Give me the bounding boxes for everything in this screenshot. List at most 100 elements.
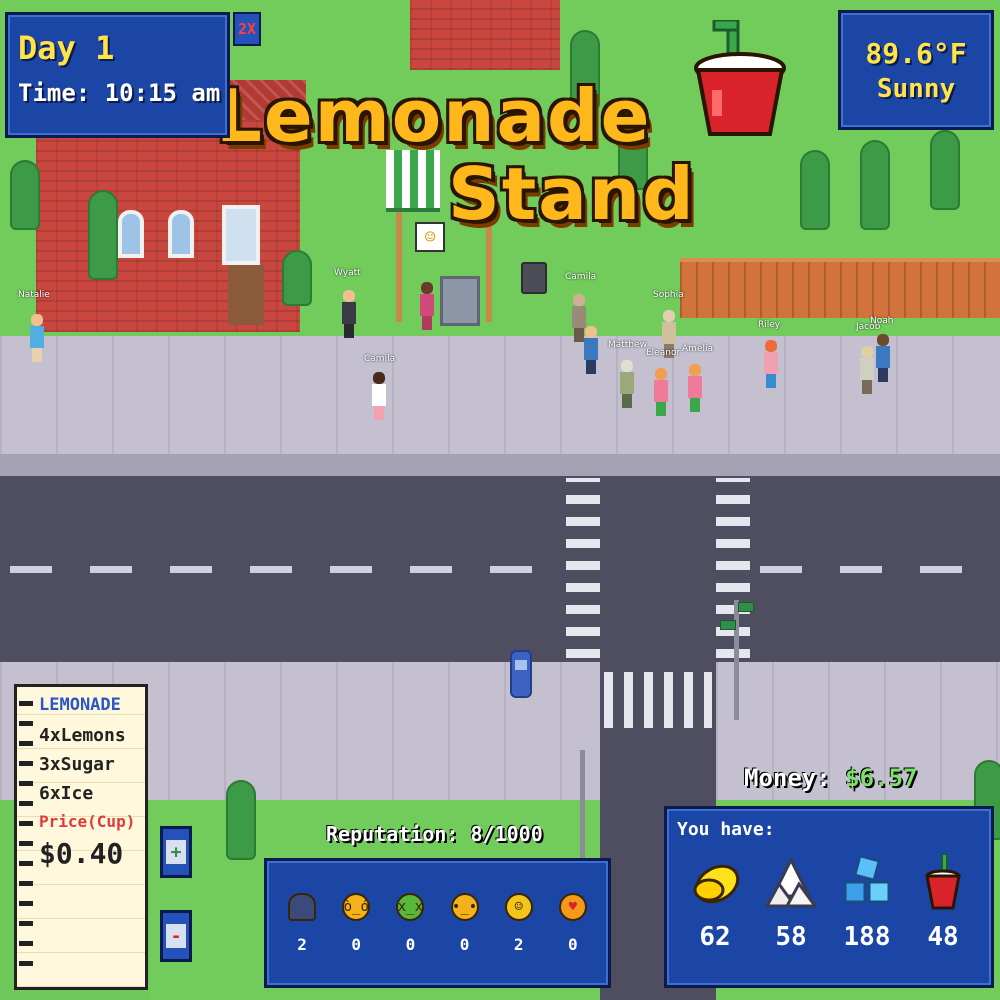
dirt-path — [228, 265, 264, 325]
lemonade-cup-logo-icon — [694, 20, 786, 136]
person-name: Riley — [758, 320, 781, 330]
love-face-icon: ♥ — [558, 892, 587, 921]
customer — [876, 334, 890, 384]
lemon-icon — [693, 864, 740, 904]
ice-icon — [843, 854, 891, 904]
street-sign — [720, 620, 736, 630]
angry-face-icon: ò_ó — [342, 892, 371, 921]
recipe-sugar: 3xSugar — [39, 754, 115, 775]
customer — [860, 346, 874, 396]
person-name: Camila — [565, 272, 597, 282]
weather-panel: 89.6°F Sunny — [838, 10, 994, 130]
day-label: Day 1 — [18, 29, 115, 67]
reputation-panel: 2 ò_ó 0 x_x 0 •_• 0 ☺ 2 ♥ 0 — [264, 858, 611, 988]
inventory-item-ice: 188 — [841, 854, 893, 952]
curb-top — [0, 454, 1000, 476]
money-label: Money: — [744, 764, 831, 792]
reputation-count: 0 — [459, 934, 470, 954]
time-label: Time: 10:15 am — [18, 79, 221, 107]
weather-condition-label: Sunny — [876, 73, 956, 104]
sick-face-icon: x_x — [396, 892, 425, 921]
logo-line-2: Stand — [448, 152, 696, 236]
reputation-count: 2 — [513, 934, 524, 954]
person-name: Wyatt — [334, 268, 361, 278]
customer — [342, 290, 356, 340]
reputation-stat: 2 — [288, 892, 317, 954]
person-name: Amelia — [682, 344, 713, 354]
inventory-item-sugar: 58 — [765, 854, 817, 952]
customer — [30, 314, 44, 364]
street-sign — [738, 602, 754, 612]
customer — [620, 360, 634, 410]
tree — [10, 160, 40, 230]
person-name: Noah — [870, 316, 894, 326]
building-window — [118, 210, 144, 258]
person-name: Matthew — [608, 340, 647, 350]
crosswalk — [566, 478, 600, 658]
customer — [764, 340, 778, 390]
tree — [860, 140, 890, 230]
customer — [584, 326, 598, 376]
price-label: Price(Cup) — [39, 812, 136, 831]
person-name: Natalie — [18, 290, 50, 300]
inventory-title: You have: — [677, 819, 775, 840]
person-name: Sophia — [653, 290, 684, 300]
person-name: Eleanor — [646, 348, 681, 358]
customer — [372, 372, 386, 422]
building-window — [168, 210, 194, 258]
trash-can — [521, 262, 547, 294]
logo-line-1: Lemonade — [216, 74, 652, 158]
money-amount: $6.57 — [845, 764, 918, 792]
reputation-stat: ò_ó 0 — [342, 892, 371, 954]
silhouette-icon — [288, 892, 317, 921]
game-scene: ☺ Natalie Wyatt Camila Camila Sophia Mat… — [0, 0, 1000, 1000]
street-sign-pole — [734, 600, 739, 720]
tree — [930, 130, 960, 210]
crosswalk — [604, 672, 712, 728]
reputation-stat: ♥ 0 — [558, 892, 587, 954]
lemonade-cart[interactable] — [440, 276, 480, 326]
reputation-stat: x_x 0 — [396, 892, 425, 954]
crosswalk — [716, 478, 750, 658]
inventory-count: 62 — [699, 922, 731, 952]
street-lamp — [580, 750, 585, 860]
tree — [800, 150, 830, 230]
price-value: $0.40 — [39, 837, 124, 870]
day-time-panel: Day 1 Time: 10:15 am — [5, 12, 230, 138]
customer — [654, 368, 668, 418]
happy-face-icon: ☺ — [504, 892, 533, 921]
recipe-lemons: 4xLemons — [39, 725, 126, 746]
reputation-stat: •_• 0 — [450, 892, 479, 954]
tree — [282, 250, 312, 306]
person-name: Camila — [364, 354, 396, 364]
reputation-count: 0 — [405, 934, 416, 954]
inventory-item-cups: 48 — [917, 854, 969, 952]
tree — [226, 780, 256, 860]
decrease-price-button[interactable]: - — [160, 910, 192, 962]
reputation-count: 0 — [351, 934, 362, 954]
increase-price-button[interactable]: + — [160, 826, 192, 878]
speed-toggle-button[interactable]: 2X — [233, 12, 261, 46]
reputation-label: Reputation: 8/1000 — [326, 822, 543, 846]
plus-icon: + — [166, 840, 186, 864]
inventory-panel: You have: 62 58 188 48 — [664, 806, 994, 988]
blue-car — [510, 650, 532, 698]
reputation-count: 0 — [568, 934, 578, 954]
inventory-item-lemons: 62 — [689, 854, 741, 952]
reputation-stat: ☺ 2 — [504, 892, 533, 954]
reputation-count: 2 — [297, 934, 307, 954]
tree — [88, 190, 118, 280]
wooden-fence — [680, 258, 1000, 318]
recipe-notepad: LEMONADE 4xLemons 3xSugar 6xIce Price(Cu… — [14, 684, 148, 990]
game-logo: Lemonade Stand — [208, 58, 748, 238]
minus-icon: - — [166, 924, 186, 948]
money-display: Money: $6.57 — [744, 764, 917, 792]
inventory-count: 48 — [927, 922, 959, 952]
inventory-count: 58 — [775, 922, 807, 952]
sidewalk-top — [0, 336, 1000, 454]
cup-icon — [925, 854, 961, 910]
inventory-count: 188 — [843, 922, 891, 952]
temperature-label: 89.6°F — [865, 36, 967, 70]
customer — [688, 364, 702, 414]
sugar-icon — [765, 856, 817, 908]
